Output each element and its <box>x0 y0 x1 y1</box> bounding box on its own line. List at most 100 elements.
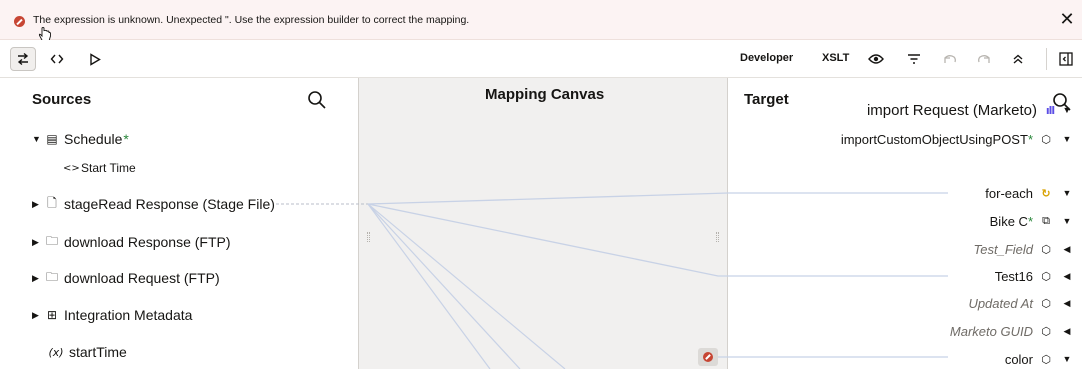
source-item-label: Start Time <box>81 161 136 175</box>
swap-button[interactable] <box>10 47 36 71</box>
expanded-caret-icon[interactable]: ▼ <box>1060 105 1074 115</box>
collapse-all-button[interactable] <box>1008 49 1028 69</box>
code-view-button[interactable] <box>44 47 70 71</box>
sources-title: Sources <box>32 91 92 108</box>
file-icon: 🗋 <box>47 195 57 210</box>
eye-icon <box>868 54 884 64</box>
target-item-label: Marketo GUID <box>949 323 1033 339</box>
mapping-error-badge[interactable] <box>698 348 718 366</box>
target-item-test16[interactable]: Test16 ⬡ ◀ <box>995 265 1074 287</box>
target-item-for-each[interactable]: for-each ↻ ▼ <box>985 182 1074 204</box>
toolbar: Developer XSLT <box>0 40 1082 78</box>
source-item-integration-metadata[interactable]: ▶ ⊞ Integration Metadata <box>32 304 192 326</box>
xslt-button[interactable]: XSLT <box>822 52 849 64</box>
collapsed-caret-icon[interactable]: ◀ <box>1060 298 1074 309</box>
expanded-caret-icon[interactable]: ▼ <box>1060 134 1074 144</box>
collapsed-caret-icon[interactable]: ▶ <box>32 237 44 248</box>
required-star: * <box>123 131 129 147</box>
source-item-download-response[interactable]: ▶ 🗀 download Response (FTP) <box>32 231 231 253</box>
collapse-icon <box>1013 54 1023 64</box>
target-item-label: Updated At <box>968 295 1033 311</box>
expanded-caret-icon[interactable]: ▼ <box>1060 188 1074 198</box>
source-item-label: download Response (FTP) <box>64 234 231 250</box>
expanded-caret-icon[interactable]: ▼ <box>32 134 44 144</box>
source-item-schedule[interactable]: ▼ ▤ Schedule * <box>32 128 129 150</box>
code-icon <box>50 54 64 64</box>
target-item-label: Test_Field <box>973 241 1034 257</box>
redo-button[interactable] <box>974 49 994 69</box>
required-star: * <box>1027 131 1033 147</box>
error-icon <box>703 352 713 362</box>
sources-panel: Sources ▼ ▤ Schedule * <> Start Time ▶ 🗋… <box>0 78 358 369</box>
source-item-stageread-response[interactable]: ▶ 🗋 stageRead Response (Stage File) <box>32 193 275 215</box>
sources-search-icon[interactable] <box>307 90 327 110</box>
target-item-updated-at[interactable]: Updated At ⬡ ◀ <box>968 292 1074 314</box>
source-item-download-request[interactable]: ▶ 🗀 download Request (FTP) <box>32 267 220 289</box>
play-icon <box>90 52 101 66</box>
error-message: The expression is unknown. Unexpected ".… <box>33 14 470 26</box>
target-item-importcustomobject[interactable]: importCustomObjectUsingPOST * ⬡ ▼ <box>841 128 1074 150</box>
filter-button[interactable] <box>904 49 924 69</box>
collapsed-caret-icon[interactable]: ▶ <box>32 310 44 321</box>
toolbar-divider <box>1046 48 1047 70</box>
source-item-start-time[interactable]: <> Start Time <box>63 157 136 179</box>
target-item-label: Test16 <box>994 268 1033 284</box>
collapsed-caret-icon[interactable]: ▶ <box>32 199 44 210</box>
variable-icon: (x) <box>48 345 64 359</box>
panel-toggle-icon <box>1059 52 1073 66</box>
undo-icon <box>944 55 956 63</box>
folder-icon: 🗀 <box>45 269 58 284</box>
collapsed-caret-icon[interactable]: ▶ <box>32 273 44 284</box>
target-item-color[interactable]: color ⬡ ▼ <box>1005 348 1074 369</box>
target-item-label: importCustomObjectUsingPOST <box>840 131 1028 147</box>
close-banner-button[interactable]: ✕ <box>1058 8 1076 30</box>
repeat-icon: ⧉ <box>1042 214 1050 227</box>
swap-icon <box>17 52 29 66</box>
source-item-label: download Request (FTP) <box>64 270 220 286</box>
expanded-caret-icon[interactable]: ▼ <box>1060 354 1074 364</box>
source-item-label: Schedule <box>64 131 123 147</box>
loop-icon: ↻ <box>1041 186 1051 200</box>
error-banner: The expression is unknown. Unexpected ".… <box>0 0 1082 40</box>
source-item-label: stageRead Response (Stage File) <box>64 196 275 212</box>
target-item-marketo-guid[interactable]: Marketo GUID ⬡ ◀ <box>950 320 1074 342</box>
filter-icon <box>908 54 920 64</box>
test-run-button[interactable] <box>82 47 108 71</box>
target-item-label: for-each <box>985 185 1033 201</box>
marketo-icon: ıll <box>1045 103 1055 117</box>
folder-icon: 🗀 <box>45 233 58 248</box>
field-icon: ⬡ <box>1041 242 1051 256</box>
expanded-caret-icon[interactable]: ▼ <box>1060 216 1074 226</box>
object-icon: ⬡ <box>1041 132 1051 146</box>
field-icon: ⬡ <box>1041 269 1051 283</box>
target-item-label: color <box>1004 351 1033 367</box>
calendar-icon: ▤ <box>46 132 58 146</box>
left-resize-handle[interactable] <box>367 232 370 242</box>
target-item-label: import Request (Marketo) <box>866 101 1037 119</box>
target-item-bike-c[interactable]: Bike C * ⧉ ▼ <box>990 210 1074 232</box>
source-item-label: Integration Metadata <box>64 307 193 323</box>
source-item-label: startTime <box>69 344 127 360</box>
collapsed-caret-icon[interactable]: ◀ <box>1060 326 1074 337</box>
canvas-title: Mapping Canvas <box>485 86 605 103</box>
required-star: * <box>1027 213 1033 229</box>
view-button[interactable] <box>866 49 886 69</box>
target-item-import-request[interactable]: import Request (Marketo) ıll ▼ <box>867 99 1074 121</box>
error-icon <box>14 16 25 27</box>
mapping-canvas[interactable]: Mapping Canvas <box>358 78 728 369</box>
target-title: Target <box>744 91 789 108</box>
developer-mode-button[interactable]: Developer <box>740 52 793 64</box>
target-panel: Target import Request (Marketo) ıll ▼ im… <box>728 78 1082 369</box>
redo-icon <box>978 55 990 63</box>
collapsed-caret-icon[interactable]: ◀ <box>1060 244 1074 255</box>
field-icon: ⬡ <box>1041 324 1051 338</box>
grid-icon: ⊞ <box>46 308 58 322</box>
target-item-test-field[interactable]: Test_Field ⬡ ◀ <box>974 238 1075 260</box>
field-icon: ⬡ <box>1041 352 1051 366</box>
source-item-starttime-variable[interactable]: (x) startTime <box>47 341 127 363</box>
toggle-panel-button[interactable] <box>1056 49 1076 69</box>
right-resize-handle[interactable] <box>716 232 719 242</box>
collapsed-caret-icon[interactable]: ◀ <box>1060 271 1074 282</box>
object-icon: ⬡ <box>1041 296 1051 310</box>
undo-button[interactable] <box>940 49 960 69</box>
